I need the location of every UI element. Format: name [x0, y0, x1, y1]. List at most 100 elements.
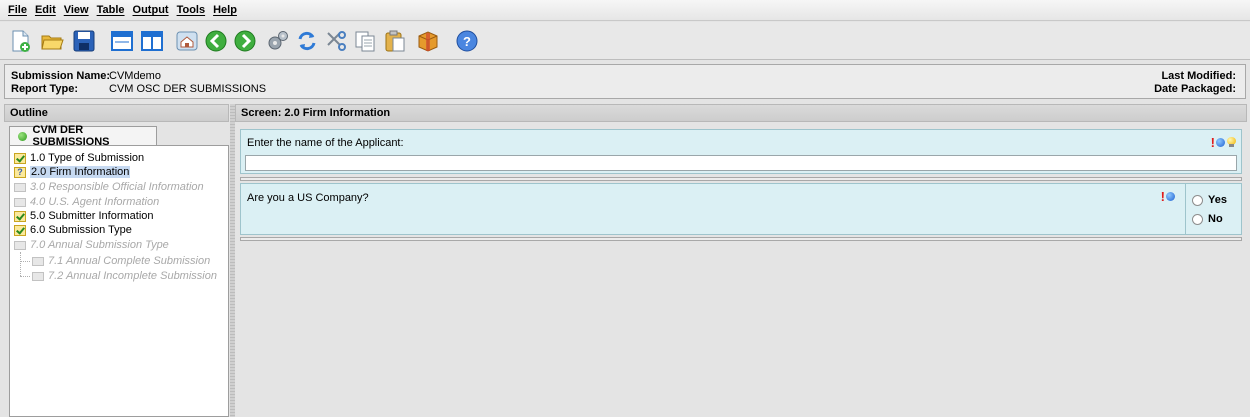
question-indicators: !: [1161, 189, 1177, 204]
us-company-question: Are you a US Company? ! Yes No: [240, 183, 1242, 235]
help-button[interactable]: ?: [452, 26, 482, 55]
date-packaged-label: Date Packaged:: [1154, 83, 1236, 95]
tree-item-label: 1.0 Type of Submission: [30, 152, 145, 164]
open-button[interactable]: [37, 26, 67, 55]
tree-connector: [20, 276, 30, 277]
folder-icon: [14, 240, 26, 250]
complete-check-icon: [14, 224, 26, 236]
tree-item-firm-information[interactable]: ? 2.0 Firm Information: [14, 165, 131, 179]
radio-button-icon[interactable]: [1192, 213, 1203, 225]
new-document-button[interactable]: [5, 26, 35, 55]
radio-yes[interactable]: Yes: [1192, 194, 1227, 206]
section-divider: [240, 237, 1242, 241]
toolbar: ?: [0, 22, 1250, 60]
section-divider: [240, 177, 1242, 181]
submission-name-label: Submission Name:: [11, 70, 111, 82]
menu-view[interactable]: View: [60, 4, 93, 16]
window-button[interactable]: [107, 26, 137, 55]
question-text: Enter the name of the Applicant:: [247, 137, 404, 149]
package-icon: [418, 30, 438, 52]
refresh-button[interactable]: [292, 26, 322, 55]
package-button[interactable]: [413, 26, 443, 55]
tree-item-label: 6.0 Submission Type: [30, 224, 132, 236]
tree-item-label: 3.0 Responsible Official Information: [30, 181, 204, 193]
folder-icon: [14, 182, 26, 192]
folder-icon: [32, 256, 44, 266]
submission-info-bar: Submission Name: CVMdemo Report Type: CV…: [4, 64, 1246, 99]
menu-tools[interactable]: Tools: [173, 4, 210, 16]
screen-header: Screen: 2.0 Firm Information: [235, 104, 1247, 122]
submission-name-value: CVMdemo: [109, 70, 161, 82]
gears-icon: [268, 30, 288, 49]
complete-check-icon: [14, 152, 26, 164]
report-type-label: Report Type:: [11, 83, 79, 95]
incomplete-question-icon: ?: [14, 166, 26, 178]
lightbulb-icon[interactable]: [1227, 137, 1236, 148]
split-view-icon: [141, 30, 163, 51]
tree-item-label: 2.0 Firm Information: [30, 166, 131, 178]
menu-bar: File Edit View Table Output Tools Help: [0, 0, 1250, 21]
applicant-name-question: Enter the name of the Applicant: !: [240, 129, 1242, 174]
tree-item-label: 4.0 U.S. Agent Information: [30, 196, 160, 208]
paste-button[interactable]: [380, 26, 410, 55]
tree-item-label: 7.2 Annual Incomplete Submission: [48, 270, 217, 282]
copy-icon: [355, 31, 375, 51]
outline-tab[interactable]: CVM DER SUBMISSIONS: [9, 124, 157, 148]
tree-item-submitter-information[interactable]: 5.0 Submitter Information: [14, 209, 154, 223]
outline-tree: 1.0 Type of Submission ? 2.0 Firm Inform…: [9, 145, 229, 417]
refresh-icon: [298, 31, 316, 50]
menu-output[interactable]: Output: [129, 4, 173, 16]
info-dot-icon[interactable]: [1216, 138, 1225, 147]
copy-button[interactable]: [350, 26, 380, 55]
split-view-button[interactable]: [137, 26, 167, 55]
paste-icon: [385, 30, 405, 51]
tree-item-label: 7.1 Annual Complete Submission: [48, 255, 211, 267]
open-folder-icon: [41, 35, 64, 49]
folder-icon: [14, 197, 26, 207]
radio-yes-label: Yes: [1208, 194, 1227, 206]
tree-item-annual-complete[interactable]: 7.1 Annual Complete Submission: [32, 254, 210, 268]
tree-item-annual-submission-type[interactable]: 7.0 Annual Submission Type: [14, 238, 169, 252]
settings-button[interactable]: [263, 26, 293, 55]
radio-no-label: No: [1208, 213, 1223, 225]
last-modified-label: Last Modified:: [1161, 70, 1236, 82]
tree-item-type-of-submission[interactable]: 1.0 Type of Submission: [14, 151, 144, 165]
menu-table[interactable]: Table: [93, 4, 129, 16]
window-icon: [111, 30, 133, 51]
required-icon: !: [1210, 135, 1215, 150]
menu-edit[interactable]: Edit: [31, 4, 60, 16]
back-button[interactable]: [201, 26, 231, 55]
svg-text:?: ?: [463, 34, 471, 49]
outline-header: Outline: [4, 104, 229, 122]
tree-item-us-agent[interactable]: 4.0 U.S. Agent Information: [14, 195, 159, 209]
menu-help[interactable]: Help: [209, 4, 241, 16]
menu-file[interactable]: File: [4, 4, 31, 16]
radio-button-icon[interactable]: [1192, 194, 1203, 206]
back-arrow-icon: [205, 30, 227, 51]
home-button[interactable]: [172, 26, 202, 55]
help-icon: ?: [456, 30, 478, 51]
info-dot-icon[interactable]: [1166, 192, 1175, 201]
cut-icon: [327, 30, 346, 51]
new-document-icon: [12, 30, 30, 52]
save-icon: [73, 30, 95, 51]
save-button[interactable]: [69, 26, 99, 55]
radio-no[interactable]: No: [1192, 213, 1223, 225]
home-icon: [176, 31, 198, 50]
question-indicators: !: [1211, 135, 1236, 150]
forward-button[interactable]: [230, 26, 260, 55]
forward-arrow-icon: [234, 30, 256, 51]
tree-connector: [20, 252, 21, 276]
tree-item-submission-type[interactable]: 6.0 Submission Type: [14, 223, 132, 237]
tree-connector: [20, 261, 30, 262]
question-text: Are you a US Company?: [247, 192, 369, 204]
complete-check-icon: [14, 210, 26, 222]
tree-item-annual-incomplete[interactable]: 7.2 Annual Incomplete Submission: [32, 269, 217, 283]
cut-button[interactable]: [321, 26, 351, 55]
tree-item-responsible-official[interactable]: 3.0 Responsible Official Information: [14, 180, 204, 194]
tree-item-label: 7.0 Annual Submission Type: [30, 239, 169, 251]
folder-icon: [32, 271, 44, 281]
applicant-name-input[interactable]: [245, 155, 1237, 171]
radio-group: Yes No: [1185, 184, 1241, 234]
panel-splitter[interactable]: [230, 104, 235, 417]
